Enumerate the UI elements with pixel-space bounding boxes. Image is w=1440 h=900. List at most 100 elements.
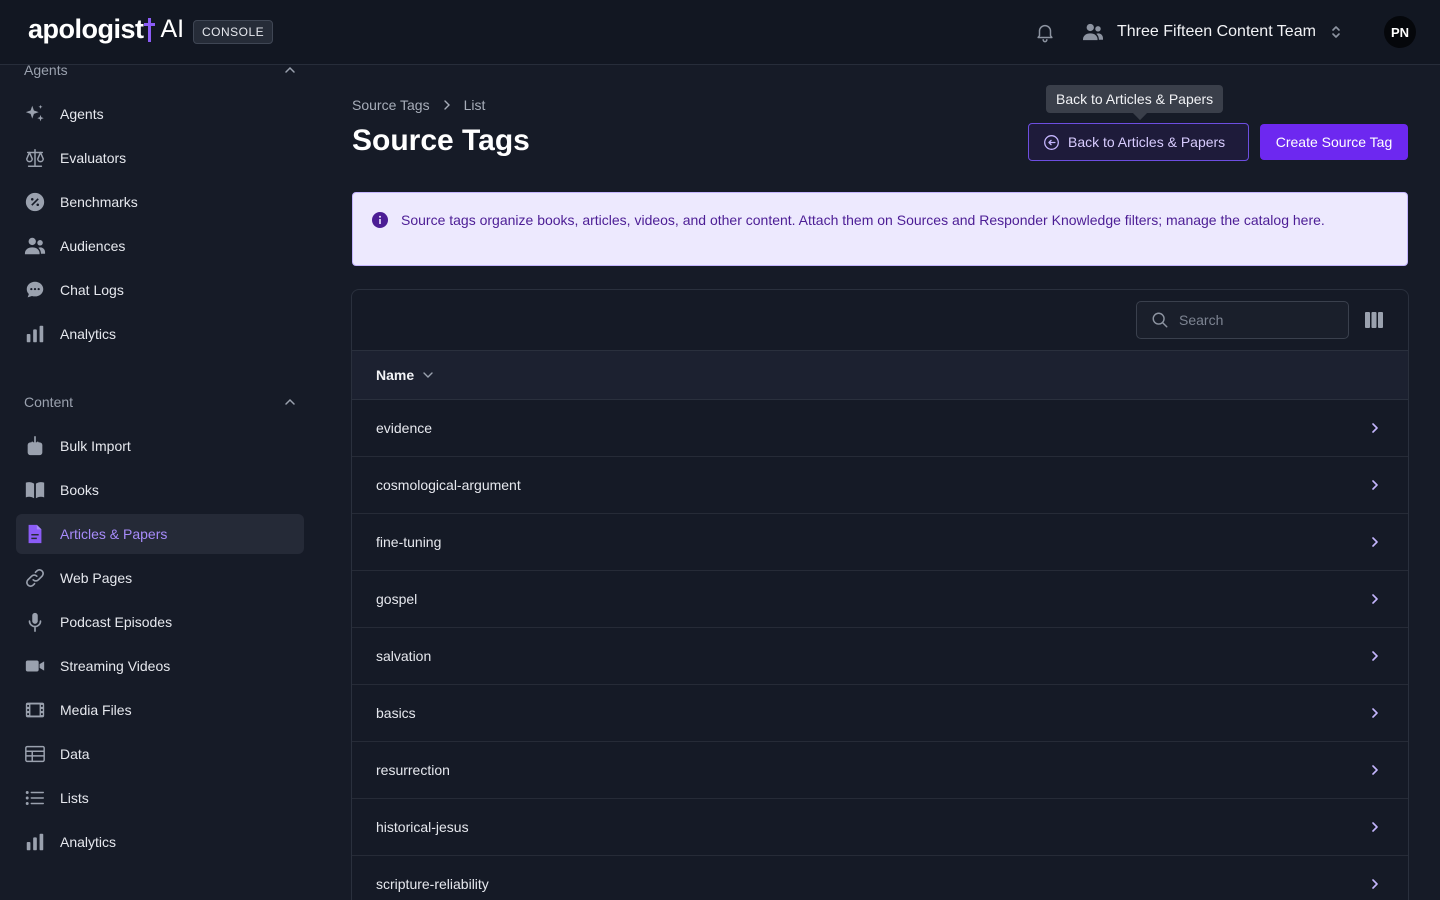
columns-toggle-icon[interactable] bbox=[1364, 311, 1384, 329]
table-row[interactable]: cosmological-argument bbox=[352, 457, 1408, 514]
sidebar-item-agents[interactable]: Agents bbox=[16, 94, 304, 134]
sidebar: Agents Agents Evaluators Benchmarks Audi… bbox=[0, 62, 320, 900]
book-icon bbox=[24, 479, 46, 501]
info-text: Source tags organize books, articles, vi… bbox=[401, 212, 1325, 228]
microphone-icon bbox=[24, 611, 46, 633]
table-row[interactable]: historical-jesus bbox=[352, 799, 1408, 856]
apologist-ai-logo[interactable]: apologist AI bbox=[28, 14, 184, 45]
film-icon bbox=[24, 699, 46, 721]
sidebar-item-books[interactable]: Books bbox=[16, 470, 304, 510]
logo-suffix: AI bbox=[160, 15, 185, 43]
list-icon bbox=[24, 787, 46, 809]
percent-badge-icon bbox=[24, 191, 46, 213]
sidebar-item-lists[interactable]: Lists bbox=[16, 778, 304, 818]
document-icon bbox=[24, 523, 46, 545]
sidebar-item-content-analytics[interactable]: Analytics bbox=[16, 822, 304, 862]
sidebar-item-label: Podcast Episodes bbox=[60, 614, 173, 630]
search-input[interactable] bbox=[1179, 312, 1329, 328]
section-label: Content bbox=[24, 394, 74, 410]
users-icon bbox=[1083, 23, 1103, 41]
chat-bubble-icon bbox=[24, 279, 46, 301]
sidebar-item-web-pages[interactable]: Web Pages bbox=[16, 558, 304, 598]
sidebar-item-label: Articles & Papers bbox=[60, 526, 168, 542]
sidebar-item-chat-logs[interactable]: Chat Logs bbox=[16, 270, 304, 310]
team-switcher[interactable]: Three Fifteen Content Team bbox=[1082, 19, 1342, 45]
chevron-right-icon bbox=[442, 97, 452, 113]
table-row[interactable]: basics bbox=[352, 685, 1408, 742]
info-icon bbox=[372, 212, 388, 228]
chevron-right-icon bbox=[1372, 480, 1378, 490]
sidebar-section-content[interactable]: Content bbox=[24, 392, 296, 412]
sidebar-item-label: Media Files bbox=[60, 702, 132, 718]
search-field[interactable] bbox=[1136, 301, 1349, 339]
bar-chart-icon bbox=[24, 323, 46, 345]
chevron-right-icon bbox=[1372, 708, 1378, 718]
console-badge: CONSOLE bbox=[193, 20, 274, 44]
search-icon bbox=[1152, 312, 1168, 328]
sidebar-item-data[interactable]: Data bbox=[16, 734, 304, 774]
breadcrumb: Source Tags List bbox=[352, 97, 485, 113]
chevron-right-icon bbox=[1372, 765, 1378, 775]
tag-name: fine-tuning bbox=[376, 534, 442, 550]
sidebar-item-label: Streaming Videos bbox=[60, 658, 171, 674]
breadcrumb-parent-link[interactable]: Source Tags bbox=[352, 97, 430, 113]
link-icon bbox=[24, 567, 46, 589]
scale-icon bbox=[24, 147, 46, 169]
sidebar-item-label: Analytics bbox=[60, 834, 117, 850]
sidebar-item-benchmarks[interactable]: Benchmarks bbox=[16, 182, 304, 222]
sidebar-item-media-files[interactable]: Media Files bbox=[16, 690, 304, 730]
chevron-right-icon bbox=[1372, 651, 1378, 661]
table-body: evidence cosmological-argument fine-tuning… bbox=[352, 400, 1408, 900]
sidebar-item-label: Benchmarks bbox=[60, 194, 138, 210]
breadcrumb-current: List bbox=[463, 97, 486, 113]
table-row[interactable]: gospel bbox=[352, 571, 1408, 628]
sidebar-item-streaming-videos[interactable]: Streaming Videos bbox=[16, 646, 304, 686]
sidebar-item-evaluators[interactable]: Evaluators bbox=[16, 138, 304, 178]
chevron-down-icon bbox=[423, 372, 433, 378]
sidebar-item-label: Audiences bbox=[60, 238, 126, 254]
sidebar-item-articles-papers[interactable]: Articles & Papers bbox=[16, 514, 304, 554]
tag-name: historical-jesus bbox=[376, 819, 469, 835]
sidebar-item-label: Books bbox=[60, 482, 99, 498]
table-row[interactable]: salvation bbox=[352, 628, 1408, 685]
table-icon bbox=[24, 743, 46, 765]
sidebar-item-label: Chat Logs bbox=[60, 282, 124, 298]
chevron-right-icon bbox=[1372, 423, 1378, 433]
sidebar-item-label: Agents bbox=[60, 106, 104, 122]
notifications-bell-icon[interactable] bbox=[1034, 21, 1056, 43]
section-label: Agents bbox=[24, 62, 68, 78]
sparkles-icon bbox=[24, 103, 46, 125]
table-row[interactable]: evidence bbox=[352, 400, 1408, 457]
back-button-tooltip: Back to Articles & Papers bbox=[1046, 85, 1224, 113]
sidebar-item-label: Evaluators bbox=[60, 150, 127, 166]
back-to-articles-button[interactable]: Back to Articles & Papers bbox=[1028, 123, 1249, 161]
chevron-up-icon bbox=[285, 66, 295, 73]
column-header-name[interactable]: Name bbox=[352, 351, 1408, 400]
logo-cross-mark bbox=[143, 16, 155, 43]
table-row[interactable]: scripture-reliability bbox=[352, 856, 1408, 900]
create-source-tag-button[interactable]: Create Source Tag bbox=[1260, 124, 1408, 160]
table-row[interactable]: fine-tuning bbox=[352, 514, 1408, 571]
sidebar-item-label: Lists bbox=[60, 790, 89, 806]
top-bar: apologist AI CONSOLE Three Fifteen Conte… bbox=[0, 0, 1440, 65]
tag-name: gospel bbox=[376, 591, 418, 607]
sidebar-item-analytics[interactable]: Analytics bbox=[16, 314, 304, 354]
sidebar-item-podcast-episodes[interactable]: Podcast Episodes bbox=[16, 602, 304, 642]
chevron-right-icon bbox=[1372, 594, 1378, 604]
user-avatar[interactable]: PN bbox=[1384, 16, 1416, 48]
sidebar-item-audiences[interactable]: Audiences bbox=[16, 226, 304, 266]
sidebar-item-label: Web Pages bbox=[60, 570, 133, 586]
back-button-label: Back to Articles & Papers bbox=[1068, 134, 1226, 150]
bulk-import-icon bbox=[24, 435, 46, 457]
table-row[interactable]: resurrection bbox=[352, 742, 1408, 799]
sidebar-item-bulk-import[interactable]: Bulk Import bbox=[16, 426, 304, 466]
arrow-left-circle-icon bbox=[1044, 134, 1059, 150]
sidebar-item-label: Bulk Import bbox=[60, 438, 131, 454]
tag-name: salvation bbox=[376, 648, 432, 664]
page-title: Source Tags bbox=[352, 124, 530, 157]
sidebar-section-agents[interactable]: Agents bbox=[24, 60, 296, 80]
chevron-up-down-icon bbox=[1332, 26, 1340, 38]
tag-name: cosmological-argument bbox=[376, 477, 521, 493]
source-tags-table: Name evidence cosmological-argument fine-t… bbox=[351, 289, 1409, 900]
tag-name: basics bbox=[376, 705, 416, 721]
